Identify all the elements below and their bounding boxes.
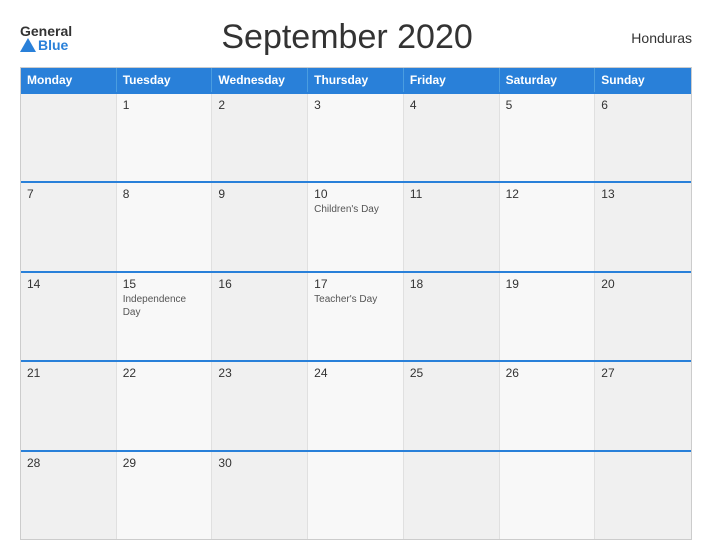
cal-cell: 18 <box>404 273 500 360</box>
day-number: 18 <box>410 277 493 291</box>
cal-cell: 30 <box>212 452 308 539</box>
calendar-body: 12345678910Children's Day1112131415Indep… <box>21 92 691 539</box>
day-event: Teacher's Day <box>314 293 397 306</box>
logo: General Blue <box>20 24 72 52</box>
week-row-2: 789 10 Children's Day 11 12 13 <box>21 181 691 270</box>
logo-blue-row: Blue <box>20 38 68 52</box>
day-number: 28 <box>27 456 110 470</box>
cal-cell: 21 <box>21 362 117 449</box>
cal-cell: 9 <box>212 183 308 270</box>
cal-cell: 28 <box>21 452 117 539</box>
day-number: 13 <box>601 187 685 201</box>
day-number: 8 <box>123 187 206 201</box>
cal-cell: 13 <box>595 183 691 270</box>
header-day-wednesday: Wednesday <box>212 68 308 92</box>
cal-cell: 22 <box>117 362 213 449</box>
day-number: 4 <box>410 98 493 112</box>
day-number: 17 <box>314 277 397 291</box>
day-number: 16 <box>218 277 301 291</box>
day-number: 5 <box>506 98 589 112</box>
header-day-sunday: Sunday <box>595 68 691 92</box>
logo-general-text: General <box>20 24 72 38</box>
cal-cell: 27 <box>595 362 691 449</box>
cal-cell: 23 <box>212 362 308 449</box>
day-number: 23 <box>218 366 301 380</box>
cal-cell <box>595 452 691 539</box>
country-label: Honduras <box>622 30 692 46</box>
day-number: 19 <box>506 277 589 291</box>
week-row-1: 123456 <box>21 92 691 181</box>
week-row-5: 28 29 30 <box>21 450 691 539</box>
cal-cell: 7 <box>21 183 117 270</box>
cal-cell: 6 <box>595 94 691 181</box>
page: General Blue September 2020 Honduras Mon… <box>0 0 712 550</box>
cal-cell: 16 <box>212 273 308 360</box>
cal-cell: 26 <box>500 362 596 449</box>
day-number: 11 <box>410 187 493 201</box>
logo-blue-text: Blue <box>38 38 68 52</box>
cal-cell: 10 Children's Day <box>308 183 404 270</box>
day-number: 27 <box>601 366 685 380</box>
day-event: Independence Day <box>123 293 206 319</box>
header-day-monday: Monday <box>21 68 117 92</box>
day-number: 25 <box>410 366 493 380</box>
cal-cell <box>500 452 596 539</box>
day-number: 1 <box>123 98 206 112</box>
cal-cell: 11 <box>404 183 500 270</box>
cal-cell: 24 <box>308 362 404 449</box>
cal-cell: 15 Independence Day <box>117 273 213 360</box>
cal-cell: 4 <box>404 94 500 181</box>
header-day-thursday: Thursday <box>308 68 404 92</box>
day-number: 6 <box>601 98 685 112</box>
cal-cell: 19 <box>500 273 596 360</box>
cal-cell: 1 <box>117 94 213 181</box>
header-day-friday: Friday <box>404 68 500 92</box>
day-number: 3 <box>314 98 397 112</box>
day-number: 10 <box>314 187 397 201</box>
cal-cell: 29 <box>117 452 213 539</box>
calendar-title: September 2020 <box>72 18 622 57</box>
calendar: MondayTuesdayWednesdayThursdayFridaySatu… <box>20 67 692 540</box>
cal-cell: 3 <box>308 94 404 181</box>
day-number: 21 <box>27 366 110 380</box>
day-number: 22 <box>123 366 206 380</box>
cal-cell <box>21 94 117 181</box>
cal-cell <box>308 452 404 539</box>
cal-cell: 12 <box>500 183 596 270</box>
day-number: 29 <box>123 456 206 470</box>
cal-cell <box>404 452 500 539</box>
day-number: 30 <box>218 456 301 470</box>
day-number: 26 <box>506 366 589 380</box>
day-number: 20 <box>601 277 685 291</box>
cal-cell: 5 <box>500 94 596 181</box>
week-row-3: 14 15 Independence Day 16 17 Teacher's Day 18 1… <box>21 271 691 360</box>
header-day-tuesday: Tuesday <box>117 68 213 92</box>
cal-cell: 8 <box>117 183 213 270</box>
day-event: Children's Day <box>314 203 397 216</box>
cal-cell: 25 <box>404 362 500 449</box>
day-number: 15 <box>123 277 206 291</box>
header: General Blue September 2020 Honduras <box>20 18 692 57</box>
day-number: 12 <box>506 187 589 201</box>
week-row-4: 21 22 23 24 25 26 27 <box>21 360 691 449</box>
day-number: 24 <box>314 366 397 380</box>
day-number: 7 <box>27 187 110 201</box>
day-number: 14 <box>27 277 110 291</box>
day-number: 2 <box>218 98 301 112</box>
cal-cell: 17 Teacher's Day <box>308 273 404 360</box>
header-day-saturday: Saturday <box>500 68 596 92</box>
logo-triangle-icon <box>20 38 36 52</box>
cal-cell: 2 <box>212 94 308 181</box>
cal-cell: 14 <box>21 273 117 360</box>
calendar-header: MondayTuesdayWednesdayThursdayFridaySatu… <box>21 68 691 92</box>
day-number: 9 <box>218 187 301 201</box>
cal-cell: 20 <box>595 273 691 360</box>
